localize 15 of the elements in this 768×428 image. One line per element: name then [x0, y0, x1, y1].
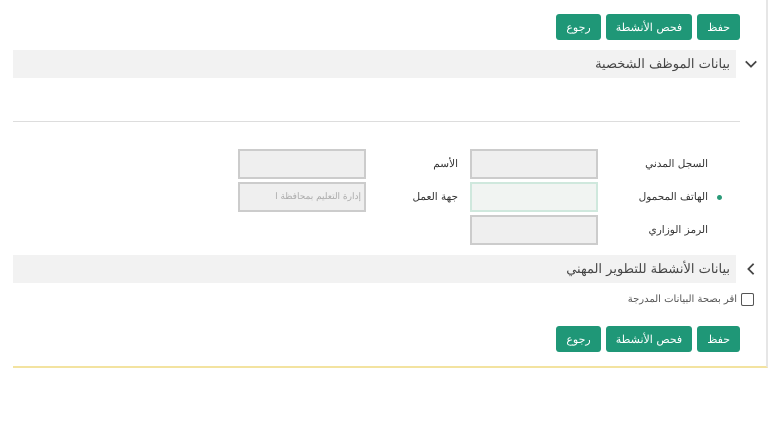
field-label: جهة العمل — [411, 191, 458, 203]
checkbox-label: اقر بصحة البيانات المدرجة — [628, 294, 737, 305]
checkbox[interactable] — [741, 293, 754, 306]
section-header[interactable]: بيانات الموظف الشخصية — [13, 50, 736, 78]
action-button[interactable]: رجوع — [556, 326, 601, 352]
section-header[interactable]: بيانات الأنشطة للتطوير المهني — [13, 255, 736, 283]
action-button[interactable]: فحص الأنشطة — [606, 14, 692, 40]
field-label: الرمز الوزاري — [648, 224, 709, 236]
action-button[interactable]: فحص الأنشطة — [606, 326, 692, 352]
action-button[interactable]: حفظ — [697, 14, 740, 40]
field-label: الهاتف المحمول — [638, 191, 709, 203]
field-label: الأسم — [432, 158, 458, 170]
field-label: السجل المدني — [644, 158, 709, 170]
action-button[interactable]: رجوع — [556, 14, 601, 40]
action-button[interactable]: حفظ — [697, 326, 740, 352]
